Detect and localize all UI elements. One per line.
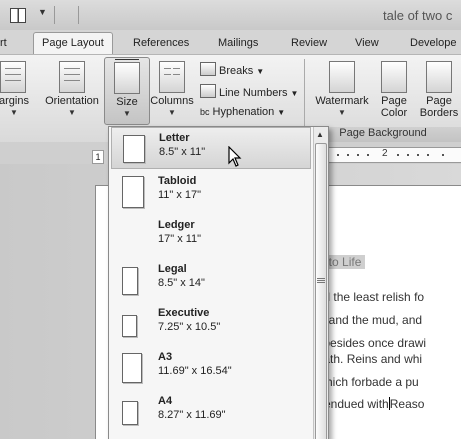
item-name: A4 bbox=[158, 395, 173, 407]
margins-label: argins bbox=[0, 95, 29, 107]
tab-mailings[interactable]: Mailings bbox=[218, 37, 258, 49]
dropdown-arrow-icon: ▼ bbox=[290, 89, 299, 98]
tab-review[interactable]: Review bbox=[291, 37, 327, 49]
dropdown-arrow-icon: ▼ bbox=[256, 67, 265, 76]
item-name: A3 bbox=[158, 351, 173, 363]
menu-item-letter[interactable]: Letter 8.5" x 11" bbox=[111, 127, 311, 169]
item-dimensions: 8.27" x 11.69" bbox=[158, 409, 226, 421]
orientation-label: Orientation bbox=[45, 95, 99, 107]
page-size-dropdown: Letter 8.5" x 11" Tabloid 11" x 17" Ledg… bbox=[108, 126, 329, 439]
item-dimensions: 11.69" x 16.54" bbox=[158, 365, 232, 377]
chevron-down-icon[interactable]: ▼ bbox=[38, 7, 47, 17]
ruler-number: 2 bbox=[382, 148, 388, 159]
page-color-button[interactable]: Page Color bbox=[374, 61, 414, 119]
tab-developer[interactable]: Develope bbox=[410, 37, 456, 49]
item-name: Executive bbox=[158, 307, 210, 319]
page-borders-label-2: Borders bbox=[419, 107, 459, 119]
paper-icon bbox=[122, 401, 138, 425]
watermark-button[interactable]: Watermark ▼ bbox=[312, 61, 372, 117]
item-dimensions: 8.5" x 14" bbox=[158, 277, 205, 289]
menu-item-ledger[interactable]: Ledger 17" x 11" bbox=[111, 215, 311, 257]
dropdown-scrollbar[interactable]: ▲ bbox=[313, 127, 328, 439]
quick-access-toolbar: ▼ bbox=[10, 6, 79, 24]
dropdown-arrow-icon: ▼ bbox=[123, 109, 131, 118]
paper-icon bbox=[122, 315, 137, 337]
page-color-label: Page bbox=[381, 95, 407, 107]
item-name: Letter bbox=[159, 132, 190, 144]
toolbar-divider bbox=[78, 6, 79, 24]
breaks-icon bbox=[200, 62, 216, 76]
columns-label: Columns bbox=[150, 95, 194, 107]
ruler-marker: 1 bbox=[92, 150, 104, 164]
item-dimensions: 11" x 17" bbox=[158, 189, 202, 201]
orientation-button[interactable]: Orientation ▼ bbox=[40, 61, 104, 117]
document-title: tale of two c bbox=[383, 8, 453, 23]
horizontal-ruler[interactable]: 2 bbox=[326, 147, 461, 163]
paint-bucket-icon bbox=[381, 61, 407, 93]
columns-icon bbox=[159, 61, 185, 93]
ribbon-tabs: rt Page Layout References Mailings Revie… bbox=[0, 30, 461, 54]
item-name: Legal bbox=[158, 263, 187, 275]
paper-icon bbox=[122, 353, 142, 383]
page-borders-button[interactable]: Page Borders bbox=[416, 61, 461, 119]
columns-button[interactable]: Columns ▼ bbox=[148, 61, 196, 117]
paper-icon bbox=[122, 267, 138, 295]
item-name: Tabloid bbox=[158, 175, 197, 187]
watermark-label: Watermark bbox=[315, 95, 369, 107]
page-size-icon bbox=[114, 59, 140, 94]
table-icon[interactable] bbox=[10, 8, 26, 23]
text-segment: Reaso bbox=[389, 397, 425, 411]
item-dimensions: 17" x 11" bbox=[158, 233, 202, 245]
word-window: ▼ tale of two c rt Page Layout Reference… bbox=[0, 0, 461, 439]
tab-references[interactable]: References bbox=[133, 37, 189, 49]
item-dimensions: 7.25" x 10.5" bbox=[158, 321, 221, 333]
scroll-up-arrow-icon[interactable]: ▲ bbox=[316, 130, 324, 139]
hyphenation-label: Hyphenation bbox=[212, 106, 275, 118]
item-dimensions: 8.5" x 11" bbox=[159, 146, 206, 158]
size-button[interactable]: Size ▼ bbox=[104, 57, 150, 125]
dropdown-arrow-icon: ▼ bbox=[338, 108, 346, 117]
paper-icon bbox=[123, 135, 145, 163]
line-numbers-button[interactable]: Line Numbers ▼ bbox=[200, 84, 298, 102]
menu-item-legal[interactable]: Legal 8.5" x 14" bbox=[111, 259, 311, 301]
size-label: Size bbox=[116, 96, 138, 108]
dropdown-arrow-icon: ▼ bbox=[68, 108, 76, 117]
dropdown-arrow-icon: ▼ bbox=[277, 108, 286, 117]
orientation-icon bbox=[59, 61, 85, 93]
tab-insert[interactable]: rt bbox=[0, 37, 7, 49]
item-name: Ledger bbox=[158, 219, 195, 231]
page-borders-label: Page bbox=[426, 95, 452, 107]
dropdown-arrow-icon: ▼ bbox=[10, 108, 18, 117]
grip-icon bbox=[317, 278, 325, 284]
paper-icon bbox=[122, 176, 144, 208]
tab-view[interactable]: View bbox=[355, 37, 379, 49]
mouse-pointer-icon bbox=[228, 146, 242, 167]
breaks-button[interactable]: Breaks ▼ bbox=[200, 62, 264, 80]
breaks-label: Breaks bbox=[219, 65, 254, 77]
dropdown-arrow-icon: ▼ bbox=[168, 108, 176, 117]
page-color-label-2: Color bbox=[380, 107, 408, 119]
menu-item-a4[interactable]: A4 8.27" x 11.69" bbox=[111, 391, 311, 433]
tab-page-layout[interactable]: Page Layout bbox=[33, 32, 113, 54]
toolbar-divider bbox=[54, 6, 55, 24]
line-numbers-label: Line Numbers bbox=[219, 87, 288, 99]
title-bar: ▼ tale of two c bbox=[0, 0, 461, 30]
watermark-icon bbox=[329, 61, 355, 93]
menu-item-tabloid[interactable]: Tabloid 11" x 17" bbox=[111, 171, 311, 213]
margins-button[interactable]: argins ▼ bbox=[0, 61, 42, 117]
scrollbar-thumb[interactable] bbox=[315, 143, 327, 439]
menu-item-a3[interactable]: A3 11.69" x 16.54" bbox=[111, 347, 311, 389]
line-numbers-icon bbox=[200, 84, 216, 98]
margins-icon bbox=[0, 61, 26, 93]
hyphenation-button[interactable]: bc Hyphenation ▼ bbox=[200, 106, 285, 124]
hyphenation-icon: bc bbox=[200, 107, 210, 117]
page-borders-icon bbox=[426, 61, 452, 93]
menu-item-executive[interactable]: Executive 7.25" x 10.5" bbox=[111, 303, 311, 345]
